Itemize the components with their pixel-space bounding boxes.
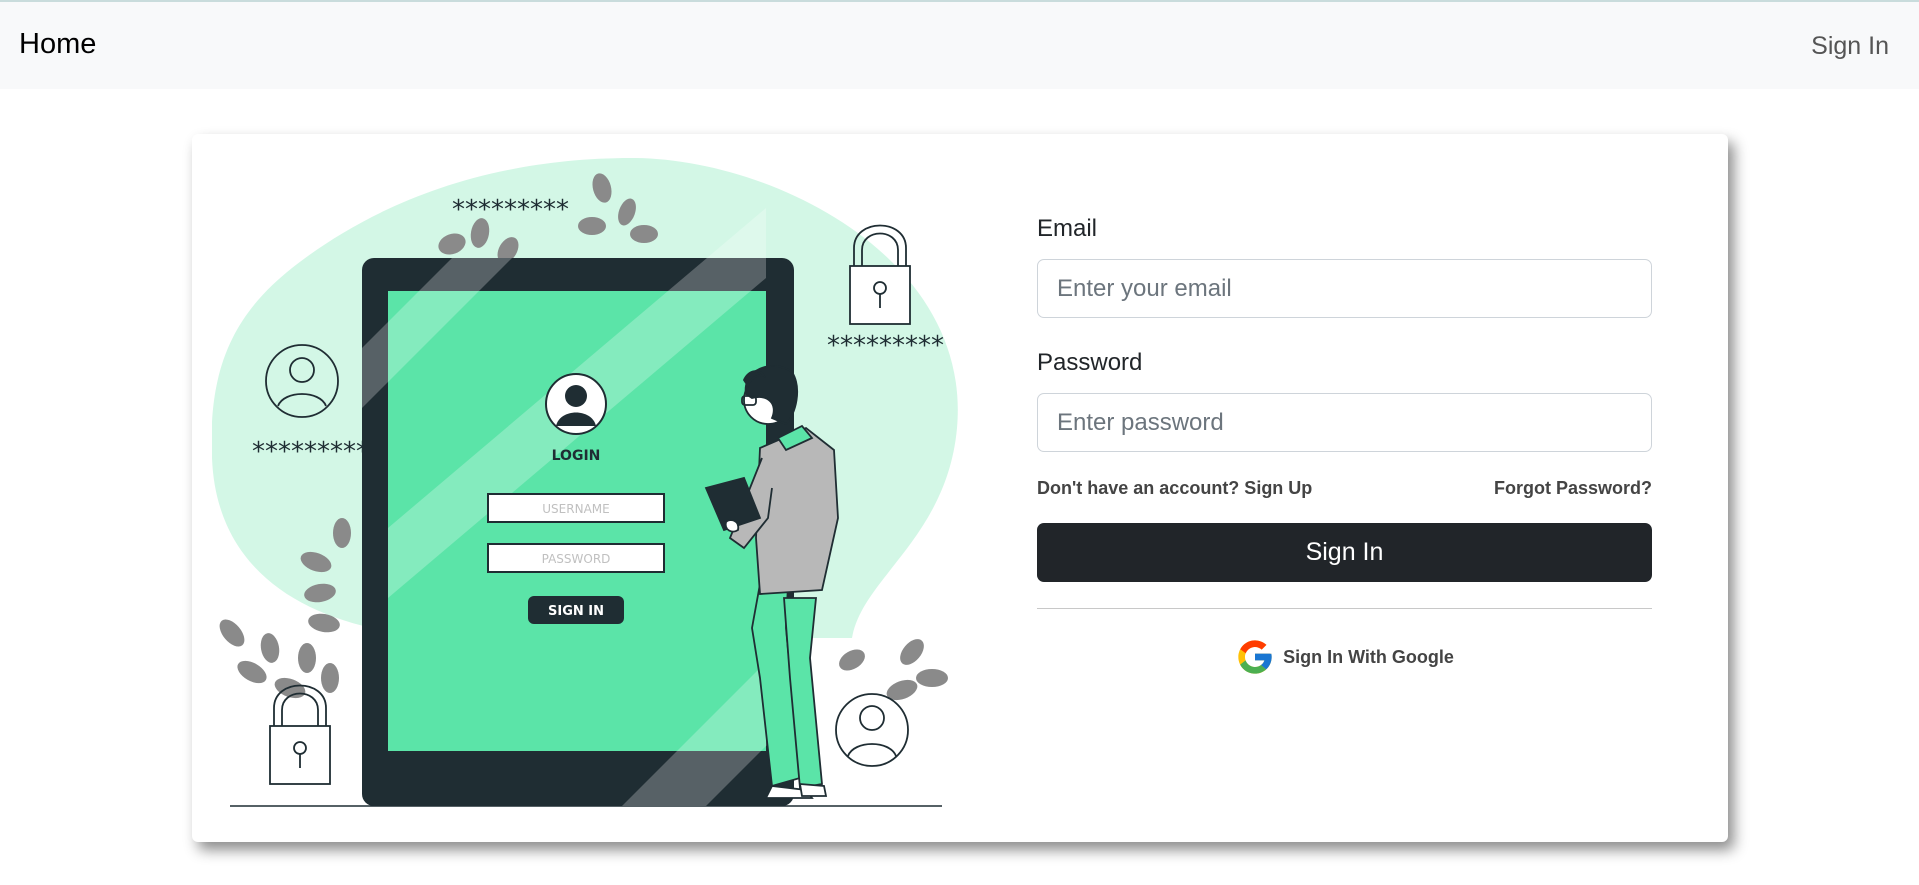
asterisks-left: ********* — [252, 437, 369, 467]
asterisks-top: ********* — [452, 195, 569, 225]
illus-password: PASSWORD — [542, 552, 611, 566]
home-link[interactable]: Home — [19, 28, 96, 61]
forgot-password-link[interactable]: Forgot Password? — [1494, 478, 1652, 499]
login-illustration: ********* ********* ********* LOGIN USER… — [212, 158, 958, 807]
email-label: Email — [1037, 215, 1098, 242]
asterisks-right: ********* — [827, 331, 944, 361]
illus-login-title: LOGIN — [552, 448, 601, 464]
nav-signin-link[interactable]: Sign In — [1811, 32, 1889, 61]
form-links-row: Don't have an account? Sign Up Forgot Pa… — [1037, 478, 1652, 502]
lock-icon — [269, 684, 331, 785]
navbar: Home Sign In — [0, 0, 1919, 89]
divider — [1037, 608, 1652, 609]
google-icon — [1238, 640, 1272, 674]
signin-button[interactable]: Sign In — [1037, 523, 1652, 582]
signup-link[interactable]: Don't have an account? Sign Up — [1037, 478, 1312, 498]
login-card: ********* ********* ********* LOGIN USER… — [192, 134, 1728, 842]
google-signin-button[interactable]: Sign In With Google — [1037, 637, 1652, 677]
password-field[interactable] — [1037, 393, 1652, 452]
email-field[interactable] — [1037, 259, 1652, 318]
illus-signin: SIGN IN — [548, 604, 604, 619]
google-signin-label: Sign In With Google — [1283, 646, 1454, 667]
signin-form: Email Password Don't have an account? Si… — [1037, 214, 1652, 677]
user-icon — [835, 693, 909, 767]
illus-username: USERNAME — [542, 502, 609, 516]
password-label: Password — [1037, 349, 1143, 376]
